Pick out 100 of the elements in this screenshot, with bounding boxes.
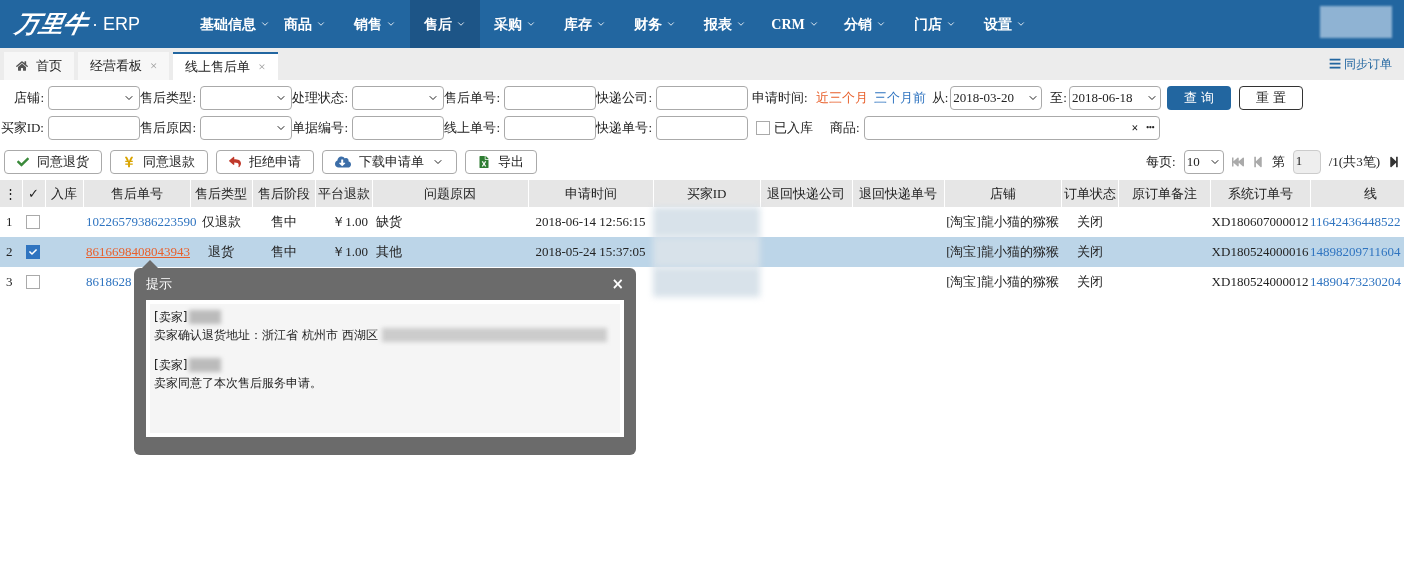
select-field[interactable] — [200, 116, 292, 140]
filter-label: 快递公司: — [596, 89, 653, 108]
caret-icon — [386, 19, 396, 29]
nav-menu-item[interactable]: 分销 — [830, 0, 900, 48]
date-select[interactable]: 2018-03-20 — [950, 86, 1043, 110]
row-checkbox[interactable] — [26, 215, 40, 229]
online-order-link[interactable]: 14898209711604 — [1310, 244, 1401, 260]
row-checkbox[interactable] — [26, 245, 40, 259]
select-field[interactable] — [200, 86, 292, 110]
message-sender: [卖家] — [154, 357, 188, 374]
filter-label: 至: — [1050, 89, 1067, 108]
per-page-select[interactable]: 10 — [1183, 150, 1224, 174]
nav-menu-item[interactable]: 销售 — [340, 0, 410, 48]
checkbox[interactable] — [756, 121, 770, 135]
nav-menu-item[interactable]: 基础信息 — [200, 0, 270, 48]
page-total: /1(共3笔) — [1328, 153, 1380, 172]
table-cell: 缺货 — [372, 207, 528, 237]
next-page-icon[interactable] — [1388, 156, 1400, 168]
previous-page-icon[interactable] — [1251, 156, 1264, 168]
date-preset-link[interactable]: 三个月前 — [873, 88, 926, 108]
caret-icon — [808, 19, 819, 29]
caret-icon — [1016, 19, 1026, 29]
caret-icon — [456, 19, 466, 29]
brand-suffix: · ERP — [92, 12, 140, 36]
nav-menu-item[interactable]: 采购 — [480, 0, 550, 48]
action-button[interactable]: 拒绝申请 — [216, 150, 314, 174]
first-page-icon[interactable] — [1231, 156, 1244, 168]
query-button[interactable]: 查 询 — [1166, 86, 1231, 110]
table-cell: 2018-05-24 15:37:05 — [528, 237, 653, 267]
nav-menu-item[interactable]: 商品 — [270, 0, 340, 48]
filter-label: 处理状态: — [292, 89, 349, 108]
table-cell: 关闭 — [1061, 237, 1118, 267]
online-order-link[interactable]: 14890473230204 — [1310, 274, 1401, 290]
page-label: 第 — [1271, 153, 1285, 172]
message-sender: [卖家] — [154, 309, 188, 326]
table-cell: [淘宝]龍小猫的猕猴 — [944, 207, 1061, 237]
sync-orders-link[interactable]: ☰ 同步订单 — [1329, 55, 1392, 73]
online-order-link[interactable]: 11642436448522 — [1310, 214, 1401, 230]
input-field[interactable] — [656, 86, 748, 110]
caret-icon — [666, 19, 676, 29]
filter-label: 买家ID: — [0, 119, 45, 138]
action-button[interactable]: 同意退款 — [110, 150, 208, 174]
table-cell: XD180607000012 — [1210, 207, 1310, 237]
input-field[interactable] — [656, 116, 748, 140]
row-number: 2 — [0, 237, 22, 267]
nav-menu-item[interactable]: 库存 — [550, 0, 620, 48]
order-number-link[interactable]: 10226579386223590 — [86, 214, 197, 230]
page-input[interactable]: 1 — [1292, 150, 1321, 174]
filter-label: 快递单号: — [596, 119, 653, 138]
table-cell: ￥1.00 — [315, 237, 372, 267]
yen-icon — [123, 156, 135, 168]
select-field[interactable] — [352, 86, 444, 110]
table-cell: [淘宝]龍小猫的猕猴 — [944, 267, 1061, 297]
page-tab[interactable]: 线上售后单 × — [173, 52, 278, 80]
per-page-label: 每页: — [1146, 153, 1176, 172]
filter-label: 线上单号: — [444, 119, 501, 138]
nav-menu-item[interactable]: 报表 — [690, 0, 760, 48]
table-row[interactable]: 1 10226579386223590 仅退款 售中 ￥1.00 缺货 2018-06-14 12:56:15 [淘宝]龍小猫的猕猴 关闭 XD180607000012 11642436448522 — [0, 207, 1404, 237]
action-button[interactable]: 下载申请单 — [322, 150, 457, 174]
table-cell: 售中 — [252, 237, 315, 267]
product-field[interactable]: × ••• — [863, 116, 1160, 140]
close-button[interactable]: × — [611, 276, 624, 292]
check-icon — [17, 156, 29, 168]
page-tab[interactable]: 经营看板 × — [78, 52, 170, 80]
table-cell: ￥1.00 — [315, 207, 372, 237]
row-checkbox[interactable] — [26, 275, 40, 289]
input-field[interactable] — [504, 86, 596, 110]
input-field[interactable] — [352, 116, 444, 140]
popup-title: 提示 — [146, 275, 172, 294]
filter-label: 店铺: — [13, 89, 45, 108]
date-preset-link[interactable]: 近三个月 — [815, 88, 868, 108]
filter-label: 单据编号: — [292, 119, 349, 138]
action-button[interactable]: 导出 — [465, 150, 537, 174]
row-number: 3 — [0, 267, 22, 297]
check-icon — [29, 248, 37, 256]
nav-menu-item[interactable]: 售后 — [410, 0, 480, 48]
message-text: 卖家确认退货地址：浙江省 杭州市 西湖区 — [154, 327, 378, 344]
table-cell: 退货 — [190, 237, 252, 267]
table-cell: 关闭 — [1061, 207, 1118, 237]
input-field[interactable] — [504, 116, 596, 140]
input-field[interactable] — [48, 116, 140, 140]
cloud-download-icon — [335, 154, 351, 170]
nav-menu-item[interactable]: 门店 — [900, 0, 970, 48]
checkbox-label: 已入库 — [774, 119, 814, 138]
nav-menu-item[interactable]: CRM — [760, 0, 830, 48]
logo: 万里牛 — [12, 9, 92, 40]
action-button[interactable]: 同意退货 — [4, 150, 102, 174]
filter-label: 售后原因: — [140, 119, 197, 138]
date-select[interactable]: 2018-06-18 — [1068, 86, 1161, 110]
table-cell: XD180524000016 — [1210, 237, 1310, 267]
nav-menu-item[interactable]: 财务 — [620, 0, 690, 48]
message-text: 卖家同意了本次售后服务申请。 — [154, 375, 322, 392]
page-tab[interactable]: 首页 — [4, 52, 74, 80]
order-number-link[interactable]: 8618628 — [86, 274, 132, 290]
filter-label: 售后单号: — [444, 89, 501, 108]
reset-button[interactable]: 重 置 — [1238, 86, 1303, 110]
user-avatar-block — [1320, 6, 1392, 38]
select-field[interactable] — [48, 86, 140, 110]
table-cell: 其他 — [372, 237, 528, 267]
nav-menu-item[interactable]: 设置 — [970, 0, 1040, 48]
